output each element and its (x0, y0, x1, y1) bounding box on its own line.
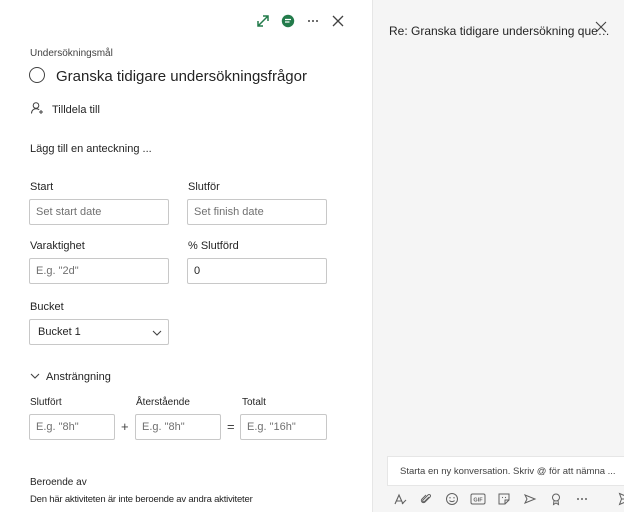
chevron-down-icon (152, 328, 162, 340)
attach-icon[interactable] (417, 490, 435, 508)
conversation-title: Re: Granska tidigare undersökning ques..… (389, 24, 611, 38)
emoji-icon[interactable] (443, 490, 461, 508)
effort-label: Ansträngning (46, 371, 111, 383)
percent-input[interactable]: 0 (187, 258, 327, 284)
finish-label: Slutför (188, 181, 220, 193)
start-date-input[interactable]: Set start date (29, 199, 169, 225)
praise-icon[interactable] (547, 490, 565, 508)
remaining-input[interactable]: E.g. "8h" (135, 414, 221, 440)
dependencies-label: Beroende av (30, 477, 87, 488)
note-field[interactable]: Lägg till en anteckning ... (30, 143, 152, 155)
more-icon[interactable] (300, 12, 325, 30)
conversation-pane: Re: Granska tidigare undersökning ques..… (372, 0, 624, 512)
format-icon[interactable] (391, 490, 409, 508)
meet-icon[interactable] (521, 490, 539, 508)
sticker-icon[interactable] (495, 490, 513, 508)
percent-label: % Slutförd (188, 240, 239, 252)
duration-label: Varaktighet (30, 240, 85, 252)
assign-label: Tilldela till (52, 103, 100, 116)
completed-label: Slutfört (30, 397, 62, 408)
equals-sign: = (227, 419, 235, 434)
finish-date-input[interactable]: Set finish date (187, 199, 327, 225)
bucket-value: Bucket 1 (38, 326, 81, 338)
complete-radio[interactable] (29, 67, 45, 83)
svg-text:GIF: GIF (473, 498, 483, 504)
header-actions (250, 12, 350, 30)
total-input[interactable]: E.g. "16h" (240, 414, 327, 440)
gif-icon[interactable]: GIF (469, 490, 487, 508)
chevron-down-icon (30, 371, 40, 383)
total-label: Totalt (242, 397, 266, 408)
bucket-label: Bucket (30, 301, 64, 313)
close-icon[interactable] (325, 12, 350, 30)
assign-button[interactable]: Tilldela till (30, 101, 100, 118)
section-label: Undersökningsmål (30, 48, 113, 59)
effort-toggle[interactable]: Ansträngning (30, 371, 111, 383)
compose-toolbar: GIF (391, 490, 624, 508)
chat-icon[interactable] (275, 12, 300, 30)
send-icon[interactable] (617, 490, 624, 508)
duration-input[interactable]: E.g. "2d" (29, 258, 169, 284)
remaining-label: Återstående (136, 397, 190, 408)
compose-input[interactable]: Starta en ny konversation. Skriv @ för a… (387, 456, 624, 486)
bucket-select[interactable]: Bucket 1 (29, 319, 169, 345)
plus-sign: + (121, 419, 129, 434)
dependencies-text: Den här aktiviteten är inte beroende av … (30, 494, 253, 505)
expand-icon[interactable] (250, 12, 275, 30)
task-details-pane: Undersökningsmål Granska tidigare unders… (0, 0, 372, 512)
start-label: Start (30, 181, 54, 193)
close-icon[interactable] (595, 20, 609, 34)
more-icon[interactable] (573, 490, 591, 508)
task-title[interactable]: Granska tidigare undersökningsfrågor (56, 68, 307, 85)
person-add-icon (30, 101, 44, 118)
completed-input[interactable]: E.g. "8h" (29, 414, 115, 440)
